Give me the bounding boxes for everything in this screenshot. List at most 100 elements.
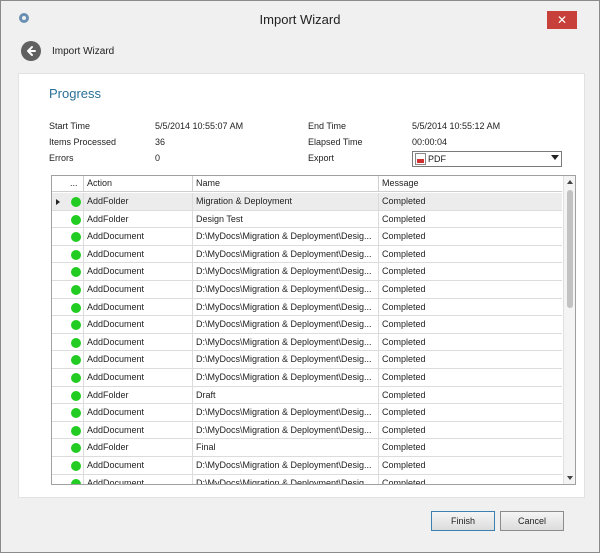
message-cell: Completed: [382, 459, 426, 470]
message-cell: Completed: [382, 301, 426, 312]
status-success-icon: [71, 197, 81, 207]
errors-value: 0: [155, 153, 161, 163]
row-indicator-cell: [52, 263, 67, 280]
status-success-icon: [71, 408, 81, 419]
table-row[interactable]: AddDocument D:\MyDocs\Migration & Deploym…: [52, 421, 562, 440]
close-button[interactable]: ✕: [547, 11, 577, 29]
export-format-select[interactable]: PDF: [412, 151, 562, 167]
column-header-message[interactable]: Message: [379, 176, 562, 192]
status-success-icon: [71, 355, 81, 366]
name-cell: D:\MyDocs\Migration & Deployment\Desig..…: [193, 245, 379, 263]
column-header-status[interactable]: ...: [67, 176, 84, 192]
name-cell: D:\MyDocs\Migration & Deployment\Desig..…: [193, 368, 379, 386]
row-indicator-cell: [52, 439, 67, 456]
table-row[interactable]: AddDocument D:\MyDocs\Migration & Deploym…: [52, 333, 562, 352]
items-processed-value: 36: [155, 137, 166, 147]
table-row[interactable]: AddDocument D:\MyDocs\Migration & Deploym…: [52, 351, 562, 369]
row-indicator-cell: [52, 281, 67, 298]
status-cell: [67, 404, 84, 421]
name-cell: D:\MyDocs\Migration & Deployment\Desig..…: [193, 333, 379, 351]
table-row[interactable]: AddDocument D:\MyDocs\Migration & Deploym…: [52, 228, 562, 246]
status-cell: [67, 351, 84, 368]
import-wizard-window: Import Wizard ✕ Import Wizard Progress S…: [0, 0, 600, 553]
vertical-scrollbar[interactable]: [563, 176, 575, 484]
table-row[interactable]: AddDocument D:\MyDocs\Migration & Deploym…: [52, 368, 562, 387]
page-title: Progress: [49, 86, 102, 101]
name-cell: D:\MyDocs\Migration & Deployment\Desig..…: [193, 298, 379, 316]
action-cell: AddDocument: [84, 456, 193, 474]
action-cell: AddFolder: [84, 193, 193, 210]
message-cell: Completed: [382, 336, 426, 347]
start-time-value: 5/5/2014 10:55:07 AM: [155, 121, 244, 131]
status-cell: [67, 474, 84, 484]
table-row[interactable]: AddFolder Draft Completed: [52, 386, 562, 405]
table-row[interactable]: AddDocument D:\MyDocs\Migration & Deploym…: [52, 316, 562, 334]
status-cell: [67, 421, 84, 439]
cancel-button[interactable]: Cancel: [500, 511, 564, 531]
window-title: Import Wizard: [259, 12, 341, 27]
row-indicator-cell: [52, 211, 67, 228]
table-row[interactable]: AddDocument D:\MyDocs\Migration & Deploym…: [52, 298, 562, 317]
back-button[interactable]: [21, 41, 41, 61]
message-cell: Completed: [382, 248, 426, 259]
status-cell: [67, 333, 84, 351]
status-success-icon: [71, 320, 81, 331]
message-cell: Completed: [382, 196, 426, 206]
progress-grid: ... Action Name Message AddFolder Migrati…: [51, 175, 576, 485]
name-cell: Draft: [193, 386, 379, 404]
table-row[interactable]: AddDocument D:\MyDocs\Migration & Deploym…: [52, 263, 562, 281]
status-success-icon: [71, 284, 81, 295]
table-row[interactable]: AddFolder Final Completed: [52, 439, 562, 457]
scroll-up-arrow-icon[interactable]: [567, 180, 573, 184]
status-success-icon: [71, 372, 81, 383]
name-cell: D:\MyDocs\Migration & Deployment\Desig..…: [193, 228, 379, 245]
row-indicator-cell: [52, 387, 67, 404]
action-cell: AddFolder: [84, 210, 193, 228]
name-cell: D:\MyDocs\Migration & Deployment\Desig..…: [193, 404, 379, 421]
row-indicator-cell: [52, 299, 67, 316]
status-success-icon: [71, 443, 81, 454]
row-indicator-cell: [52, 334, 67, 351]
scrollbar-thumb[interactable]: [567, 190, 573, 308]
action-cell: AddDocument: [84, 368, 193, 386]
status-success-icon: [71, 478, 81, 484]
row-indicator-cell: [52, 422, 67, 439]
table-row[interactable]: AddDocument D:\MyDocs\Migration & Deploym…: [52, 474, 562, 484]
action-cell: AddDocument: [84, 280, 193, 298]
row-indicator-cell: [52, 457, 67, 474]
status-cell: [67, 316, 84, 333]
status-cell: [67, 439, 84, 456]
table-row[interactable]: AddDocument D:\MyDocs\Migration & Deploym…: [52, 404, 562, 422]
message-cell: Completed: [382, 266, 426, 277]
name-cell: D:\MyDocs\Migration & Deployment\Desig..…: [193, 263, 379, 280]
table-row[interactable]: AddDocument D:\MyDocs\Migration & Deploym…: [52, 456, 562, 475]
finish-button[interactable]: Finish: [431, 511, 495, 531]
status-success-icon: [71, 460, 81, 471]
message-cell: Completed: [382, 371, 426, 382]
name-cell: D:\MyDocs\Migration & Deployment\Desig..…: [193, 456, 379, 474]
status-cell: [67, 210, 84, 228]
table-row[interactable]: AddFolder Design Test Completed: [52, 210, 562, 229]
export-selected-value: PDF: [428, 154, 446, 164]
column-header-name[interactable]: Name: [193, 176, 379, 192]
table-row[interactable]: AddFolder Migration & Deployment Completed: [52, 193, 562, 211]
action-cell: AddDocument: [84, 351, 193, 368]
table-row[interactable]: AddDocument D:\MyDocs\Migration & Deploym…: [52, 245, 562, 264]
scroll-down-arrow-icon[interactable]: [567, 476, 573, 480]
start-time-label: Start Time: [49, 121, 91, 131]
status-success-icon: [71, 302, 81, 313]
action-cell: AddDocument: [84, 474, 193, 484]
back-arrow-icon: [27, 46, 36, 56]
chevron-down-icon[interactable]: [551, 155, 559, 160]
table-row[interactable]: AddDocument D:\MyDocs\Migration & Deploym…: [52, 280, 562, 299]
status-success-icon: [71, 267, 81, 278]
status-cell: [67, 368, 84, 386]
action-cell: AddDocument: [84, 263, 193, 280]
end-time-value: 5/5/2014 10:55:12 AM: [412, 121, 501, 131]
column-header-action[interactable]: Action: [84, 176, 193, 192]
message-cell: Completed: [382, 283, 426, 294]
status-cell: [67, 456, 84, 474]
action-cell: AddDocument: [84, 404, 193, 421]
row-indicator-cell: [52, 351, 67, 368]
elapsed-time-value: 00:00:04: [412, 137, 448, 147]
